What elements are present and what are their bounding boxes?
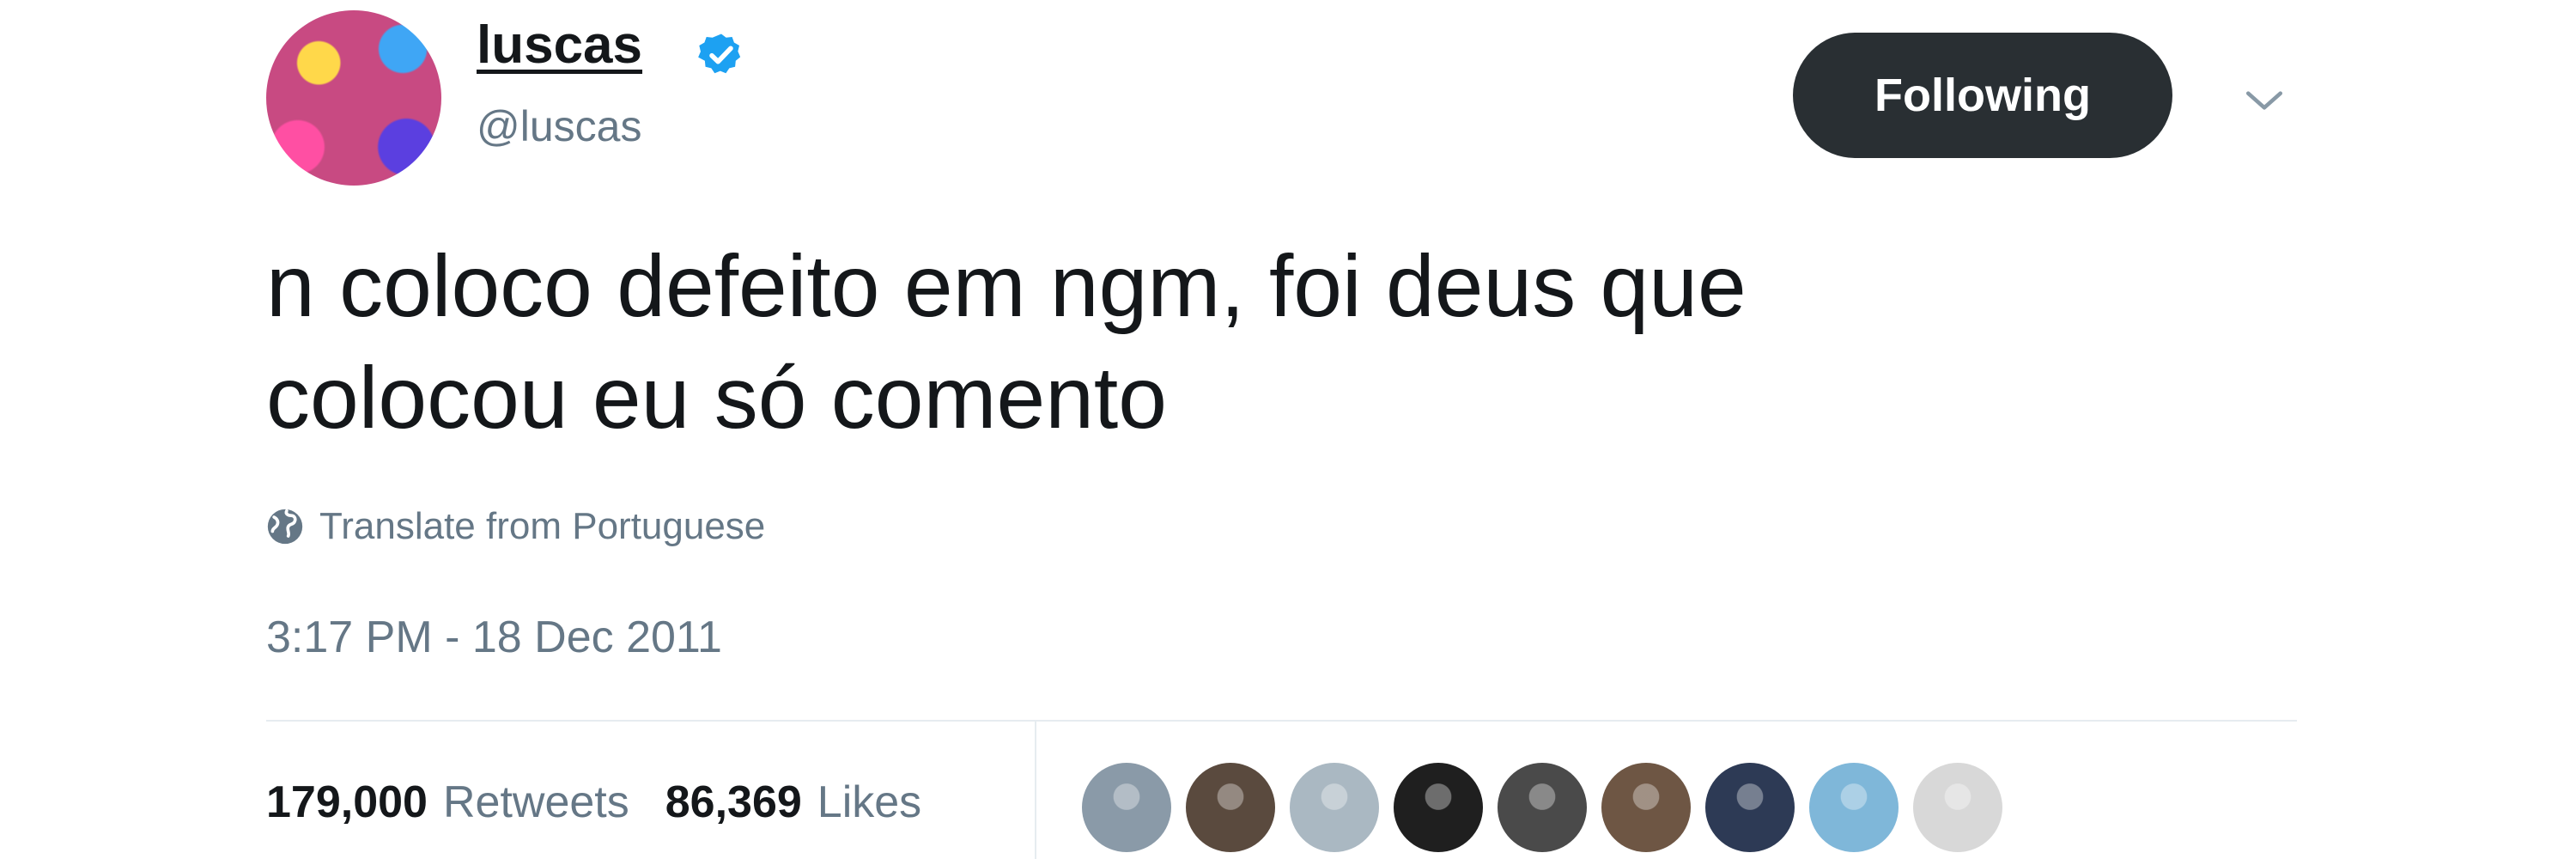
likes-label: Likes	[817, 777, 922, 827]
stats-divider	[1035, 722, 1036, 859]
divider	[266, 720, 2297, 722]
retweets-label: Retweets	[442, 777, 629, 827]
liker-avatar-3[interactable]	[1290, 763, 1379, 852]
display-name[interactable]: luscas	[477, 19, 642, 72]
user-handle: @luscas	[477, 102, 642, 150]
liker-avatar-7[interactable]	[1705, 763, 1795, 852]
retweets-count: 179,000	[266, 777, 428, 827]
liker-avatar-8[interactable]	[1809, 763, 1899, 852]
avatar[interactable]	[266, 10, 441, 186]
translate-link[interactable]: Translate from Portuguese	[266, 505, 765, 548]
liker-avatar-2[interactable]	[1186, 763, 1275, 852]
likes-stat[interactable]: 86,369 Likes	[665, 777, 921, 828]
tweet-text: n coloco defeito em ngm, foi deus que co…	[266, 237, 1747, 447]
verified-badge-icon	[698, 34, 741, 74]
globe-icon	[267, 509, 303, 545]
retweets-stat[interactable]: 179,000 Retweets	[266, 777, 629, 828]
liker-avatar-4[interactable]	[1394, 763, 1483, 852]
following-button[interactable]: Following	[1793, 33, 2172, 158]
liker-avatar-9[interactable]	[1913, 763, 2002, 852]
likes-count: 86,369	[665, 777, 802, 827]
tweet-stats: 179,000 Retweets 86,369 Likes	[266, 777, 921, 828]
translate-label: Translate from Portuguese	[319, 505, 766, 547]
tweet-timestamp[interactable]: 3:17 PM - 18 Dec 2011	[266, 612, 722, 663]
liker-avatar-1[interactable]	[1082, 763, 1171, 852]
chevron-down-icon[interactable]	[2243, 79, 2286, 122]
liker-avatars	[1082, 763, 2017, 852]
liker-avatar-6[interactable]	[1601, 763, 1691, 852]
liker-avatar-5[interactable]	[1498, 763, 1587, 852]
